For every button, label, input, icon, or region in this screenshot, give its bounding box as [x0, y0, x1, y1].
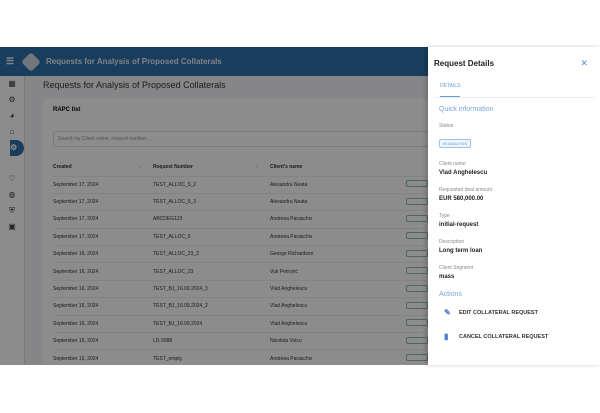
tab-details[interactable]: DETAILS [434, 79, 594, 98]
field-value: mass [439, 274, 455, 280]
field-label: Client Segment [439, 265, 474, 271]
detail-field: Client Segment mass [439, 265, 600, 280]
field-label: Client name [439, 161, 466, 167]
field-label: Type [439, 213, 450, 219]
quick-info-heading: Quick information [439, 106, 494, 113]
modal-backdrop[interactable] [0, 47, 430, 365]
field-value: initial-request [439, 222, 479, 228]
pencil-icon: ✎ [444, 308, 451, 317]
field-label: Requested deal amount [439, 187, 493, 193]
status-label: Status [439, 123, 454, 129]
close-icon[interactable]: ✕ [580, 58, 588, 69]
actions-heading: Actions [439, 291, 462, 298]
status-badge: IN ANALYSIS [439, 139, 472, 148]
edit-collateral-request-button[interactable]: ✎ EDIT COLLATERAL REQUEST [444, 308, 600, 317]
field-value: EUR 580,000.00 [439, 196, 484, 202]
request-details-panel: Request Details ✕ DETAILS Quick informati… [428, 47, 600, 365]
cancel-collateral-request-button[interactable]: ▮ CANCEL COLLATERAL REQUEST [444, 332, 600, 341]
field-value: Long term loan [439, 248, 483, 254]
panel-title: Request Details [434, 58, 495, 68]
trash-icon: ▮ [444, 332, 449, 341]
detail-field: Description Long term loan [439, 239, 600, 254]
detail-field: Type initial-request [439, 213, 600, 228]
field-label: Description [439, 239, 465, 245]
detail-field: Client name Vlad Anghelescu [439, 161, 600, 176]
detail-field: Requested deal amount EUR 580,000.00 [439, 187, 600, 202]
field-value: Vlad Anghelescu [439, 170, 488, 176]
